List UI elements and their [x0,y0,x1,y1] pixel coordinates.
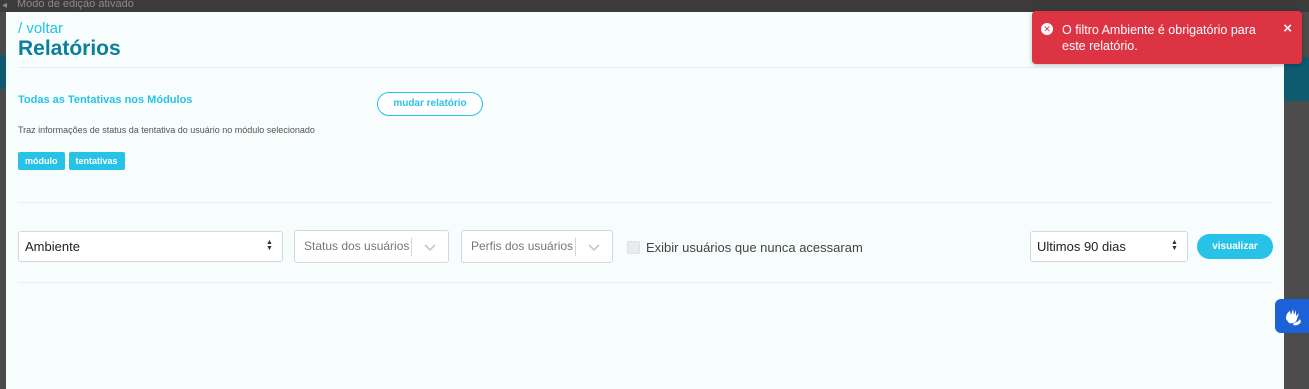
error-icon: ✕ [1041,23,1053,35]
separator [411,238,412,256]
edit-mode-icon: ◂ [2,0,8,11]
divider [18,67,1272,68]
separator [575,238,576,256]
page-title: Relatórios [18,37,121,60]
divider [18,202,1272,203]
perfis-placeholder: Perfis dos usuários [471,239,574,253]
ambiente-select[interactable]: Ambiente ▲ ▼ [18,231,283,262]
ambiente-select-value: Ambiente [25,239,80,254]
chevron-down-icon[interactable] [586,239,602,255]
never-accessed-label: Exibir usuários que nunca acessaram [646,240,863,255]
status-placeholder: Status dos usuários [304,239,410,253]
report-description: Traz informações de status da tentativa … [18,125,315,135]
report-name: Todas as Tentativas nos Módulos [18,94,193,106]
tag-modulo: módulo [18,152,65,170]
tag-tentativas: tentativas [68,152,125,170]
chevron-down-icon[interactable] [422,239,438,255]
error-toast: ✕ O filtro Ambiente é obrigatório para e… [1032,11,1302,64]
select-arrows-icon: ▲ ▼ [1171,239,1178,252]
never-accessed-checkbox[interactable] [627,241,640,254]
sign-language-icon [1286,309,1301,326]
perfis-multiselect[interactable]: Perfis dos usuários [461,230,613,263]
visualize-button[interactable]: visualizar [1197,234,1273,259]
status-multiselect[interactable]: Status dos usuários [294,230,449,263]
select-arrows-icon: ▲ ▼ [266,239,273,252]
close-icon[interactable]: × [1283,20,1292,38]
toast-message: O filtro Ambiente é obrigatório para est… [1062,23,1256,53]
never-accessed-toggle[interactable]: Exibir usuários que nunca acessaram [627,240,863,255]
report-tags: módulo tentativas [18,152,125,170]
period-select-value: Ultimos 90 dias [1037,239,1126,254]
period-select[interactable]: Ultimos 90 dias ▲ ▼ [1030,231,1188,262]
back-link[interactable]: / voltar [18,20,63,37]
divider [18,282,1272,283]
change-report-button[interactable]: mudar relatório [377,92,483,116]
accessibility-button[interactable] [1275,299,1309,333]
reports-panel: / voltar Relatórios Todas as Tentativas … [6,12,1284,389]
edit-mode-text: Modo de edição ativado [17,0,134,10]
